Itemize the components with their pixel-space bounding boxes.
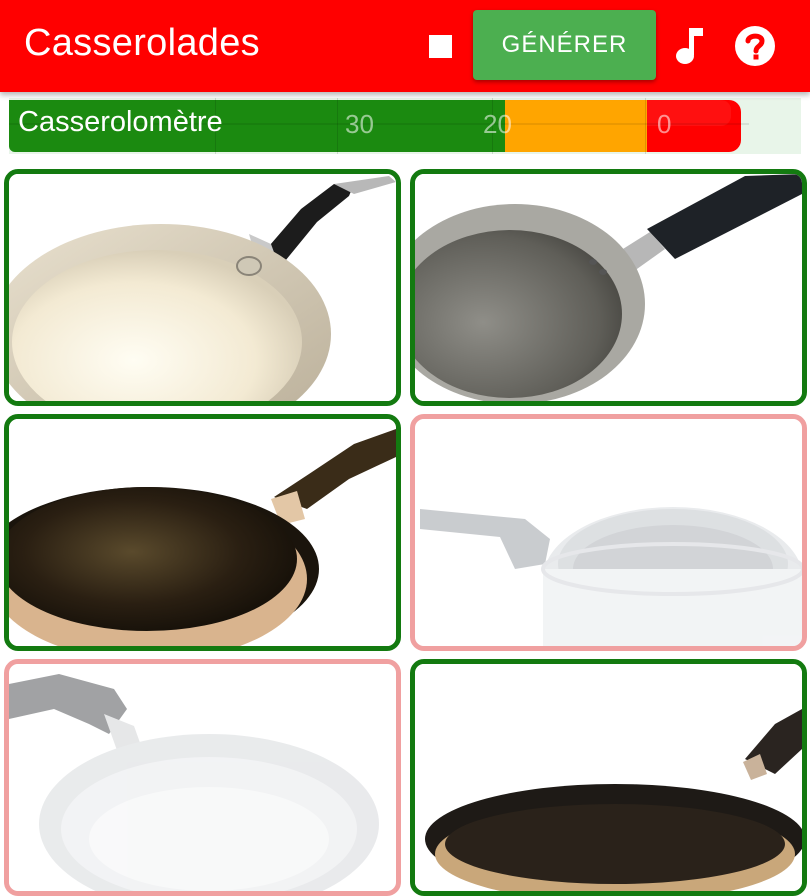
generate-button[interactable]: GÉNÉRER xyxy=(473,10,656,80)
pan-card[interactable] xyxy=(410,169,807,406)
cream-pan-image xyxy=(9,174,396,401)
dark-pan-image xyxy=(9,419,396,646)
pan-card[interactable] xyxy=(4,414,401,651)
music-button[interactable] xyxy=(670,24,706,68)
meter-label: Casserolomètre xyxy=(18,106,223,138)
grey-pan-image xyxy=(415,174,802,401)
stop-icon xyxy=(428,34,452,58)
silver-pan-image xyxy=(415,419,802,646)
meter-gridline xyxy=(645,98,646,154)
pan-card[interactable] xyxy=(4,169,401,406)
meter-gridline xyxy=(337,98,338,154)
meter-tick-label: 20 xyxy=(483,109,512,139)
help-circle-icon xyxy=(735,26,775,66)
app-title: Casserolades xyxy=(24,22,260,64)
pan-card[interactable] xyxy=(4,659,401,896)
silver-pan-image xyxy=(9,664,396,891)
dark-pan-image xyxy=(415,664,802,891)
meter-tick-label: 30 xyxy=(345,109,374,139)
meter-tick-label: 0 xyxy=(657,109,672,139)
meter-orange-segment xyxy=(505,100,647,152)
app-bar: Casserolades GÉNÉRER xyxy=(0,0,810,92)
help-button[interactable] xyxy=(733,24,777,68)
pan-card[interactable] xyxy=(410,659,807,896)
casserolometer: Casserolomètre 30 20 0 xyxy=(9,98,801,154)
music-note-icon xyxy=(676,28,703,64)
pan-card[interactable] xyxy=(410,414,807,651)
stop-button[interactable] xyxy=(418,24,462,68)
